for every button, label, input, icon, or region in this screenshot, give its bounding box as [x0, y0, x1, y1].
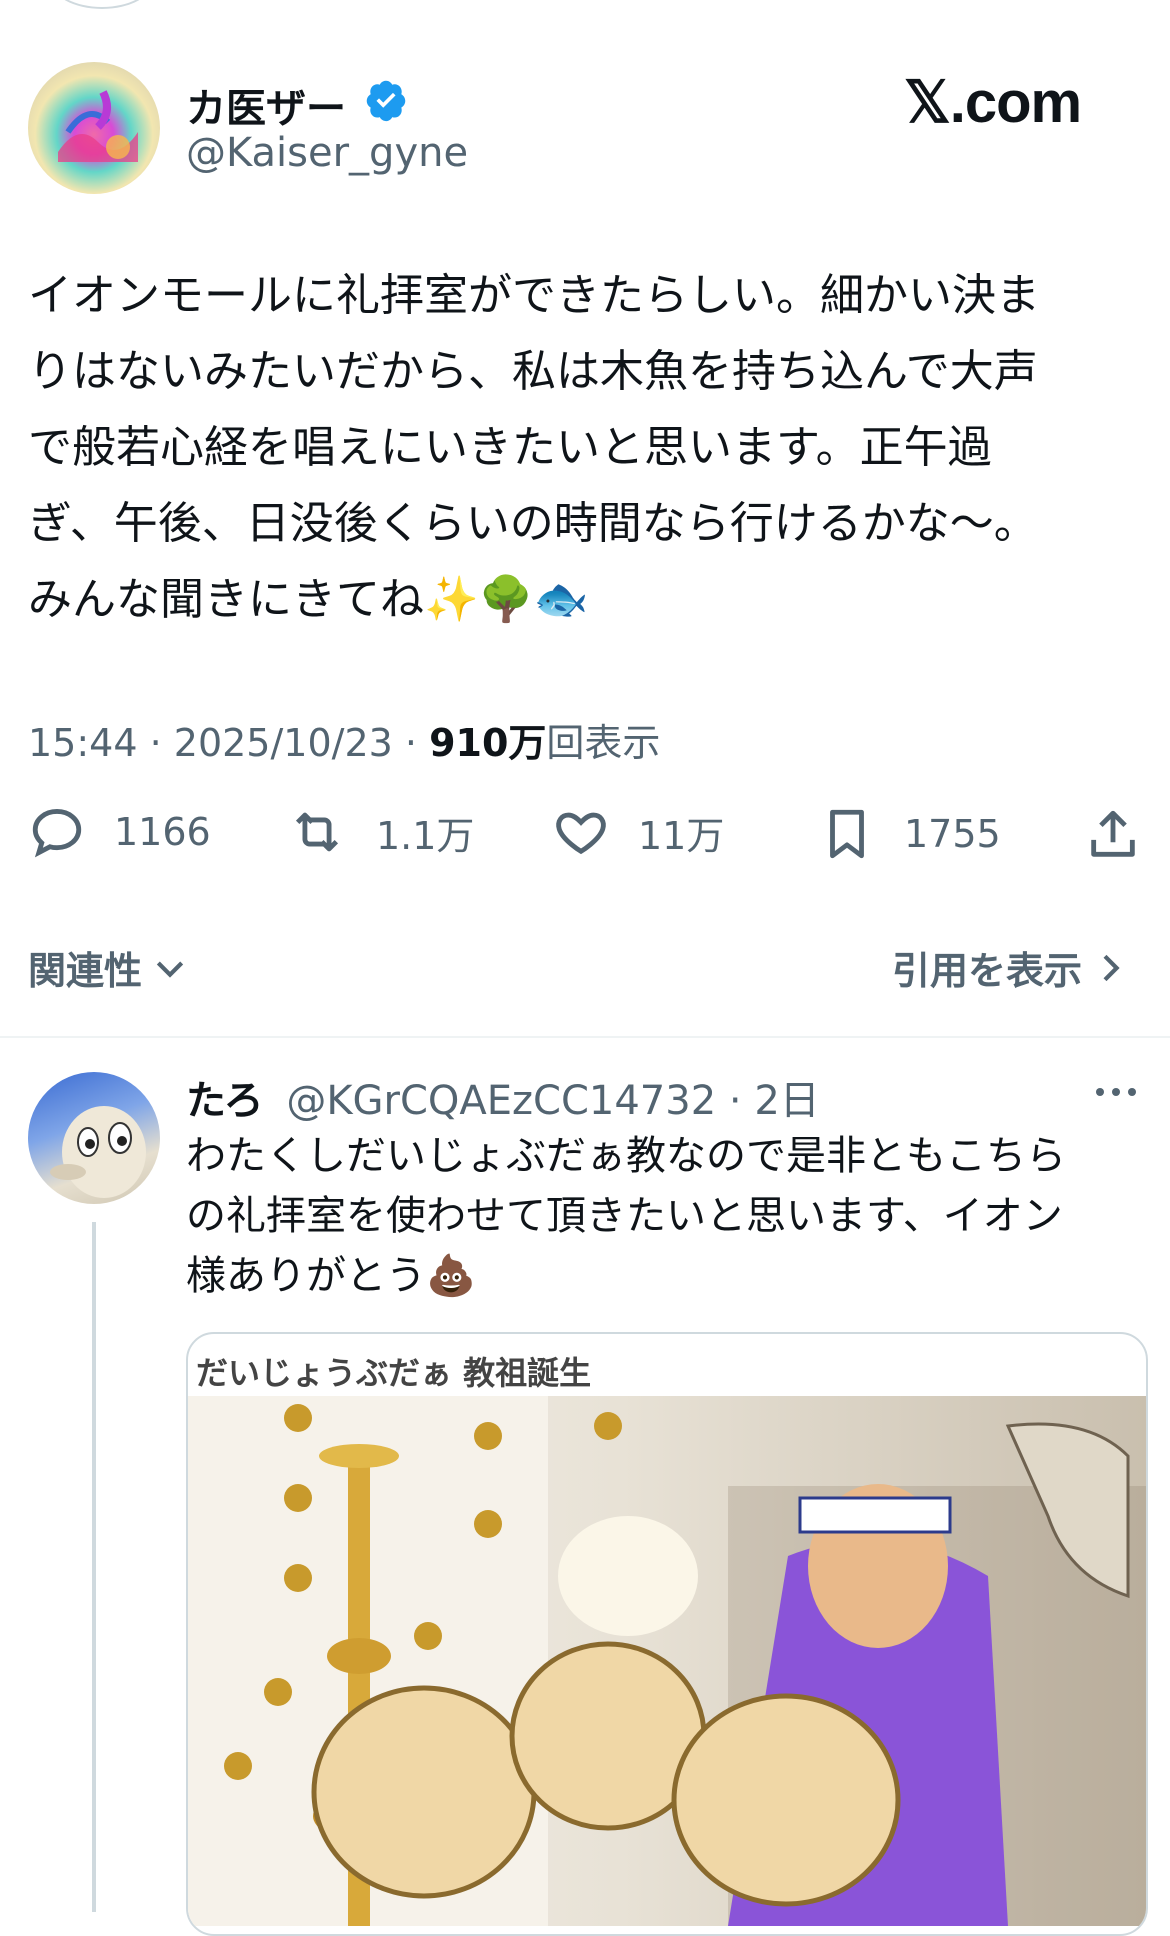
- bookmark-count: 1755: [904, 812, 1001, 856]
- sort-label: 関連性: [28, 949, 143, 993]
- view-quotes-link[interactable]: 引用を表示: [892, 940, 1130, 995]
- like-button[interactable]: 11万: [552, 803, 724, 861]
- retweet-button[interactable]: 1.1万: [286, 803, 474, 861]
- meta-separator: ·: [404, 721, 430, 765]
- verified-badge-icon: [364, 78, 408, 126]
- bookmark-icon: [830, 809, 864, 859]
- views-count: 910万: [429, 721, 547, 765]
- author-handle[interactable]: @Kaiser_gyne: [186, 130, 468, 176]
- reply-avatar[interactable]: [28, 1072, 160, 1204]
- media-image: [188, 1396, 1146, 1926]
- retweet-icon: [295, 812, 339, 852]
- more-options-icon[interactable]: [1094, 1082, 1138, 1106]
- x-logo: 𝕏.com: [904, 70, 1082, 135]
- quotes-label: 引用を表示: [892, 949, 1083, 993]
- reply-header: たろ @KGrCQAEzCC14732 · 2日: [186, 1068, 820, 1126]
- meta-separator: ·: [728, 1078, 742, 1124]
- tweet-text: イオンモールに礼拝室ができたらしい。細かい決ま りはないみたいだから、私は木魚を…: [28, 270, 1040, 625]
- thread-line: [92, 1222, 96, 1912]
- author-name[interactable]: カ医ザー: [186, 76, 346, 134]
- meta-separator: ·: [149, 721, 174, 765]
- reply-author-name[interactable]: たろ: [186, 1078, 264, 1124]
- bookmark-button[interactable]: 1755: [818, 803, 1001, 865]
- retweet-count: 1.1万: [376, 813, 475, 858]
- reply-button[interactable]: 1166: [28, 803, 211, 861]
- tweet-time: 15:44: [28, 721, 138, 765]
- top-cutoff-element: [50, 0, 154, 9]
- media-caption: だいじょうぶだぁ 教祖誕生: [196, 1354, 592, 1392]
- like-icon: [556, 812, 606, 855]
- chevron-down-icon: [156, 961, 184, 978]
- sort-dropdown[interactable]: 関連性: [28, 940, 190, 995]
- tweet-meta: 15:44 · 2025/10/23 · 910万回表示: [28, 712, 660, 767]
- reply-author-handle[interactable]: @KGrCQAEzCC14732: [286, 1078, 716, 1124]
- author-avatar[interactable]: [28, 62, 160, 194]
- reply-count: 1166: [114, 810, 211, 854]
- reply-text: わたくしだいじょぶだぁ教なので是非ともこちら の礼拝室を使わせて頂きたいと思いま…: [186, 1133, 1066, 1299]
- reply-media[interactable]: だいじょうぶだぁ 教祖誕生: [186, 1332, 1148, 1936]
- section-divider: [0, 1036, 1170, 1038]
- like-count: 11万: [638, 813, 725, 858]
- chevron-right-icon: [1103, 954, 1120, 981]
- share-icon[interactable]: [1084, 806, 1142, 868]
- reply-age[interactable]: 2日: [754, 1078, 819, 1124]
- tweet-date[interactable]: 2025/10/23: [174, 721, 393, 765]
- reply-icon: [32, 809, 82, 858]
- views-label: 回表示: [546, 721, 661, 765]
